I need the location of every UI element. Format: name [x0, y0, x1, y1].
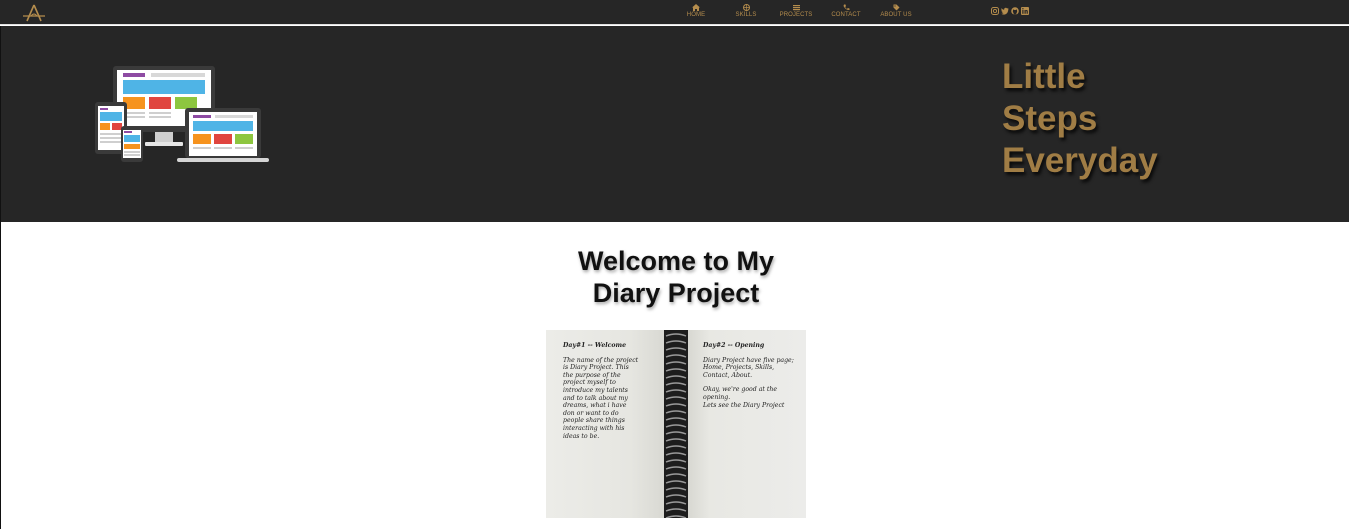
linkedin-icon[interactable] — [1021, 7, 1029, 15]
nav-home-label: HOME — [686, 12, 706, 18]
user-tag-icon — [893, 4, 899, 11]
top-navbar: HOME SKILLS PROJECTS CONTACT ABOUT US — [0, 0, 1349, 25]
nav-skills-label: SKILLS — [735, 12, 757, 18]
nav-contact[interactable]: CONTACT — [821, 4, 871, 18]
page-title: Welcome to My Diary Project — [561, 245, 791, 309]
hero-banner: Little Steps Everyday — [0, 26, 1349, 222]
main-content: Welcome to My Diary Project Day#1 -- Wel… — [0, 222, 1349, 529]
nav-contact-label: CONTACT — [831, 12, 861, 18]
diary-day1-body: The name of the project is Diary Project… — [563, 356, 639, 440]
nav-skills[interactable]: SKILLS — [721, 4, 771, 18]
diary-left-text: Day#1 -- Welcome The name of the project… — [563, 342, 663, 447]
nav-projects-label: PROJECTS — [779, 12, 813, 18]
list-icon — [792, 5, 800, 11]
spiral-binding — [664, 330, 688, 518]
nav-about-us[interactable]: ABOUT US — [871, 4, 921, 18]
page-title-line-1: Welcome to My — [577, 246, 775, 276]
phone-icon — [843, 4, 849, 11]
home-icon — [692, 4, 700, 11]
hero-tagline: Little Steps Everyday — [1002, 56, 1202, 182]
github-icon[interactable] — [1011, 7, 1019, 15]
tagline-line-2: Steps — [1002, 99, 1098, 138]
page-title-line-2: Diary Project — [592, 278, 760, 308]
diary-day2-body-2: Okay, we're good at the opening. Lets se… — [703, 386, 785, 409]
diary-day1-title: Day#1 -- Welcome — [563, 342, 627, 349]
instagram-icon[interactable] — [991, 7, 999, 15]
tagline-line-1: Little — [1002, 57, 1086, 96]
diary-day2-body-1: Diary Project have five page; Home, Proj… — [703, 356, 794, 379]
diary-right-text: Day#2 -- Opening Diary Project have five… — [703, 342, 805, 416]
tagline-line-3: Everyday — [1002, 141, 1158, 180]
diary-day2-title: Day#2 -- Opening — [703, 342, 765, 349]
diary-notebook-image: Day#1 -- Welcome The name of the project… — [546, 330, 806, 518]
globe-icon — [742, 4, 750, 11]
nav-about-us-label: ABOUT US — [880, 12, 912, 18]
twitter-icon[interactable] — [1001, 7, 1009, 15]
nav-home[interactable]: HOME — [671, 4, 721, 18]
nav-projects[interactable]: PROJECTS — [771, 4, 821, 18]
a-monogram-logo-icon[interactable] — [22, 3, 46, 23]
responsive-devices-illustration — [95, 66, 269, 162]
